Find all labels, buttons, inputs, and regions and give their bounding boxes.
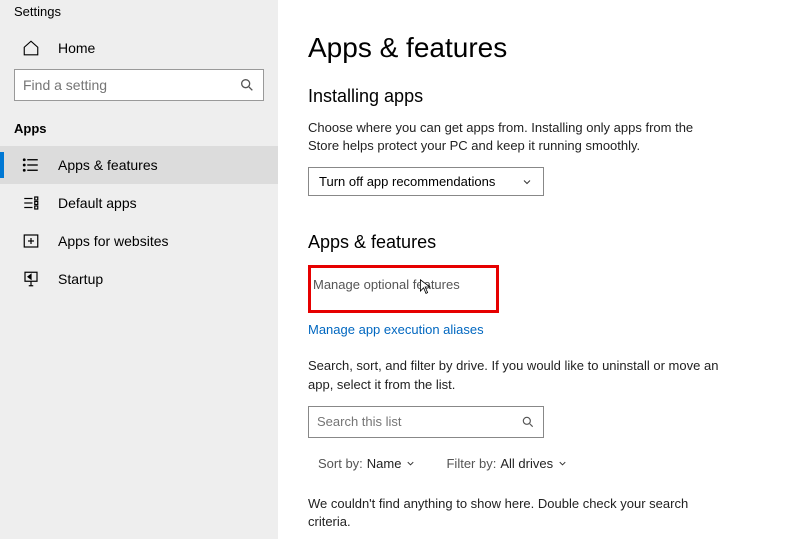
- nav-label: Startup: [58, 271, 103, 287]
- app-source-dropdown[interactable]: Turn off app recommendations: [308, 167, 544, 196]
- sort-value: Name: [367, 456, 402, 471]
- highlight-annotation: Manage optional features: [308, 265, 499, 313]
- filter-label: Filter by:: [446, 456, 496, 471]
- defaults-icon: [22, 194, 40, 212]
- manage-optional-features-link[interactable]: Manage optional features: [313, 277, 460, 292]
- sidebar: Settings Home Apps Apps & features Defau…: [0, 0, 278, 539]
- features-heading: Apps & features: [308, 232, 759, 253]
- empty-state-message: We couldn't find anything to show here. …: [308, 495, 708, 531]
- page-title: Apps & features: [308, 32, 759, 64]
- startup-icon: [22, 270, 40, 288]
- sort-by-dropdown[interactable]: Sort by: Name: [318, 456, 416, 471]
- installing-description: Choose where you can get apps from. Inst…: [308, 119, 708, 155]
- nav-default-apps[interactable]: Default apps: [0, 184, 278, 222]
- list-icon: [22, 156, 40, 174]
- home-icon: [22, 39, 40, 57]
- nav-label: Default apps: [58, 195, 137, 211]
- nav-apps-websites[interactable]: Apps for websites: [0, 222, 278, 260]
- window-title: Settings: [0, 0, 278, 27]
- installing-heading: Installing apps: [308, 86, 759, 107]
- features-description: Search, sort, and filter by drive. If yo…: [308, 357, 738, 393]
- chevron-down-icon: [405, 458, 416, 469]
- nav-apps-features[interactable]: Apps & features: [0, 146, 278, 184]
- settings-search-input[interactable]: [23, 77, 239, 93]
- search-icon: [521, 415, 535, 429]
- home-label: Home: [58, 40, 95, 56]
- chevron-down-icon: [557, 458, 568, 469]
- sort-label: Sort by:: [318, 456, 363, 471]
- nav-label: Apps for websites: [58, 233, 169, 249]
- manage-aliases-link[interactable]: Manage app execution aliases: [308, 322, 484, 337]
- dropdown-value: Turn off app recommendations: [319, 174, 495, 189]
- main-content: Apps & features Installing apps Choose w…: [278, 0, 789, 539]
- websites-icon: [22, 232, 40, 250]
- section-label: Apps: [0, 115, 278, 146]
- filter-value: All drives: [500, 456, 553, 471]
- nav-label: Apps & features: [58, 157, 158, 173]
- app-list-search-input[interactable]: [317, 414, 521, 429]
- filter-by-dropdown[interactable]: Filter by: All drives: [446, 456, 568, 471]
- chevron-down-icon: [521, 176, 533, 188]
- cursor-icon: [419, 279, 433, 295]
- home-nav[interactable]: Home: [0, 27, 278, 69]
- sort-filter-row: Sort by: Name Filter by: All drives: [318, 456, 759, 471]
- search-icon: [239, 77, 255, 93]
- settings-search[interactable]: [14, 69, 264, 101]
- nav-startup[interactable]: Startup: [0, 260, 278, 298]
- app-list-search[interactable]: [308, 406, 544, 438]
